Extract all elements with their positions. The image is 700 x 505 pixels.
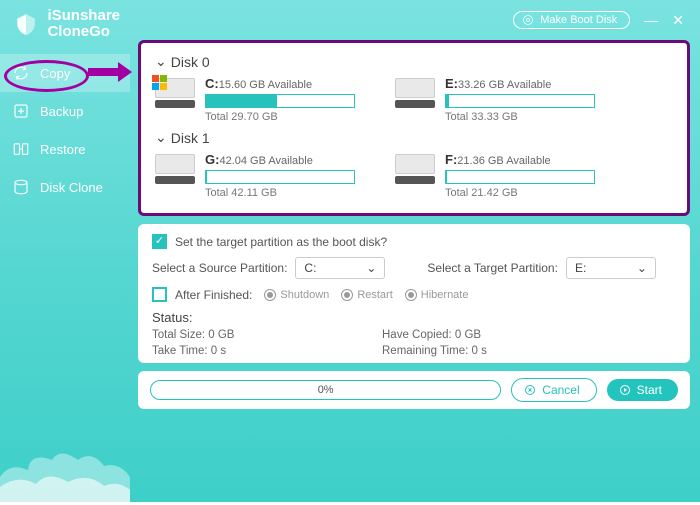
disks-panel: ⌄Disk 0C:15.60 GB AvailableTotal 29.70 G… <box>138 40 690 216</box>
sidebar-item-copy[interactable]: Copy <box>0 54 130 92</box>
make-boot-disk-button[interactable]: Make Boot Disk <box>513 11 630 29</box>
close-button[interactable]: ✕ <box>672 12 684 29</box>
partition-available: G:42.04 GB Available <box>205 152 365 167</box>
target-partition-label: Select a Target Partition: <box>427 261 558 275</box>
brand-line1: iSunshare <box>47 8 120 24</box>
partition-F[interactable]: F:21.36 GB Available Total 21.42 GB <box>395 152 605 199</box>
partition-total: Total 21.42 GB <box>445 187 605 199</box>
sidebar-item-restore[interactable]: Restore <box>0 130 130 168</box>
status-take-time: Take Time: 0 s <box>152 345 382 357</box>
partition-available: F:21.36 GB Available <box>445 152 605 167</box>
chevron-down-icon: ⌄ <box>155 129 167 146</box>
drive-icon <box>395 78 435 108</box>
chevron-down-icon: ⌄ <box>366 261 376 275</box>
progress-text: 0% <box>318 384 334 396</box>
brand-logo-icon <box>12 10 39 38</box>
progress-bar: 0% <box>150 380 501 400</box>
partition-usage-bar <box>445 94 595 108</box>
source-partition-value: C: <box>304 261 316 275</box>
disk-header-1[interactable]: ⌄Disk 1 <box>155 129 673 146</box>
status-remaining: Remaining Time: 0 s <box>382 345 612 357</box>
sidebar-item-label: Backup <box>40 104 83 119</box>
options-panel: ✓ Set the target partition as the boot d… <box>138 224 690 363</box>
after-finished-checkbox[interactable] <box>152 287 167 302</box>
radio-label: Shutdown <box>280 289 329 301</box>
radio-label: Restart <box>357 289 392 301</box>
radio-dot-icon <box>405 289 417 301</box>
partition-E[interactable]: E:33.26 GB Available Total 33.33 GB <box>395 76 605 123</box>
bottom-bar: 0% Cancel Start <box>138 371 690 409</box>
boot-disk-checkbox[interactable]: ✓ <box>152 234 167 249</box>
partition-usage-bar <box>205 94 355 108</box>
partition-available: C:15.60 GB Available <box>205 76 365 91</box>
partition-total: Total 42.11 GB <box>205 187 365 199</box>
copy-icon <box>12 64 30 82</box>
start-button[interactable]: Start <box>607 379 678 401</box>
radio-restart[interactable]: Restart <box>341 289 392 301</box>
target-partition-select[interactable]: E: ⌄ <box>566 257 656 279</box>
radio-label: Hibernate <box>421 289 469 301</box>
restore-icon <box>12 140 30 158</box>
chevron-down-icon: ⌄ <box>637 261 647 275</box>
start-label: Start <box>637 383 662 397</box>
boot-disk-label: Set the target partition as the boot dis… <box>175 235 387 249</box>
radio-shutdown[interactable]: Shutdown <box>264 289 329 301</box>
minimize-button[interactable]: — <box>644 12 658 29</box>
cancel-label: Cancel <box>542 383 579 397</box>
sidebar-item-label: Restore <box>40 142 86 157</box>
disc-icon <box>522 14 534 26</box>
partition-total: Total 33.33 GB <box>445 111 605 123</box>
sidebar-item-label: Disk Clone <box>40 180 103 195</box>
sidebar-item-backup[interactable]: Backup <box>0 92 130 130</box>
target-partition-value: E: <box>575 261 586 275</box>
disk-header-0[interactable]: ⌄Disk 0 <box>155 53 673 70</box>
drive-icon <box>155 154 195 184</box>
diskclone-icon <box>12 178 30 196</box>
source-partition-label: Select a Source Partition: <box>152 261 287 275</box>
decorative-clouds <box>0 422 130 502</box>
cancel-button[interactable]: Cancel <box>511 378 596 402</box>
partition-total: Total 29.70 GB <box>205 111 365 123</box>
status-total-size: Total Size: 0 GB <box>152 329 382 341</box>
brand: iSunshare CloneGo <box>0 0 130 54</box>
radio-dot-icon <box>264 289 276 301</box>
sidebar-item-label: Copy <box>40 66 70 81</box>
partition-usage-bar <box>445 170 595 184</box>
partition-C[interactable]: C:15.60 GB Available Total 29.70 GB <box>155 76 365 123</box>
disk-name: Disk 0 <box>171 54 210 70</box>
play-icon <box>619 384 631 396</box>
partition-G[interactable]: G:42.04 GB Available Total 42.11 GB <box>155 152 365 199</box>
radio-hibernate[interactable]: Hibernate <box>405 289 469 301</box>
status-have-copied: Have Copied: 0 GB <box>382 329 612 341</box>
source-partition-select[interactable]: C: ⌄ <box>295 257 385 279</box>
brand-line2: CloneGo <box>47 24 120 40</box>
after-finished-label: After Finished: <box>175 288 252 302</box>
cancel-icon <box>524 384 536 396</box>
disk-name: Disk 1 <box>171 130 210 146</box>
radio-dot-icon <box>341 289 353 301</box>
status-title: Status: <box>152 310 676 325</box>
partition-usage-bar <box>205 170 355 184</box>
backup-icon <box>12 102 30 120</box>
drive-icon <box>395 154 435 184</box>
chevron-down-icon: ⌄ <box>155 53 167 70</box>
drive-icon <box>155 78 195 108</box>
partition-available: E:33.26 GB Available <box>445 76 605 91</box>
make-boot-disk-label: Make Boot Disk <box>540 14 617 26</box>
sidebar-item-diskclone[interactable]: Disk Clone <box>0 168 130 206</box>
